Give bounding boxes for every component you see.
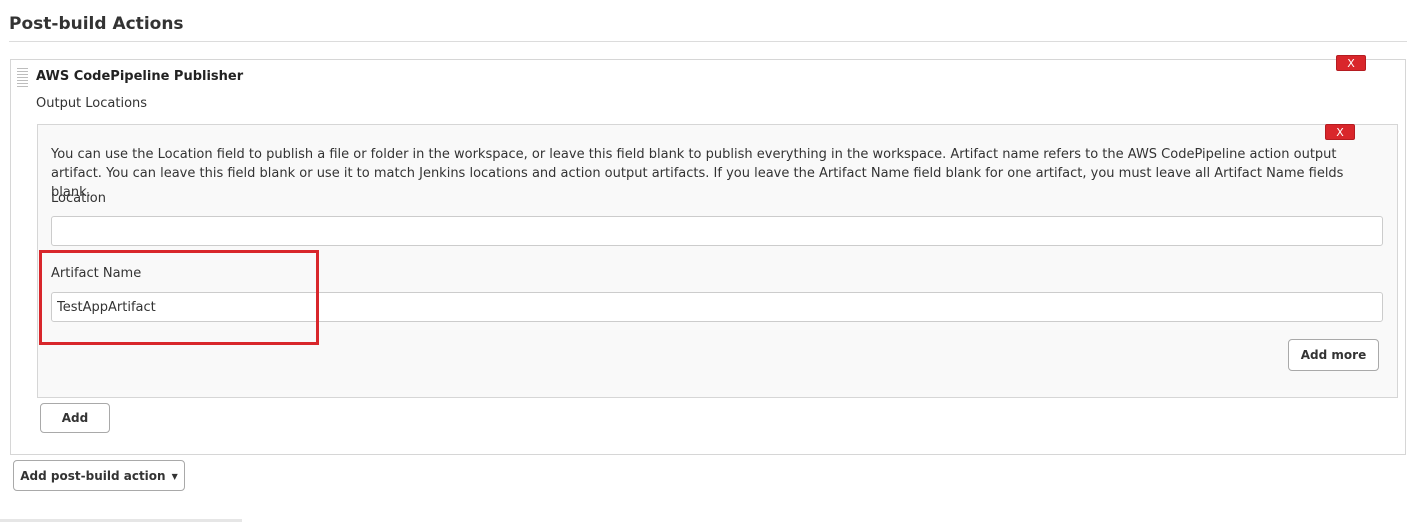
location-label: Location [51, 191, 106, 206]
publisher-title: AWS CodePipeline Publisher [36, 69, 244, 84]
artifact-name-label: Artifact Name [51, 266, 142, 281]
add-post-build-action-button[interactable]: Add post-build action ▼ [13, 460, 185, 491]
section-divider [9, 41, 1407, 42]
section-header: Post-build Actions [9, 14, 184, 34]
add-more-button[interactable]: Add more [1288, 339, 1379, 371]
output-locations-label: Output Locations [36, 96, 148, 111]
delete-location-button[interactable]: X [1325, 124, 1355, 140]
location-input[interactable] [51, 216, 1383, 246]
drag-handle-icon[interactable] [17, 68, 28, 88]
artifact-name-input[interactable] [51, 292, 1383, 322]
delete-publisher-button[interactable]: X [1336, 55, 1366, 71]
output-location-help-text: You can use the Location field to publis… [51, 147, 1344, 200]
caret-down-icon: ▼ [171, 471, 178, 481]
add-post-build-action-label: Add post-build action [20, 468, 166, 483]
add-location-button[interactable]: Add [40, 403, 110, 433]
